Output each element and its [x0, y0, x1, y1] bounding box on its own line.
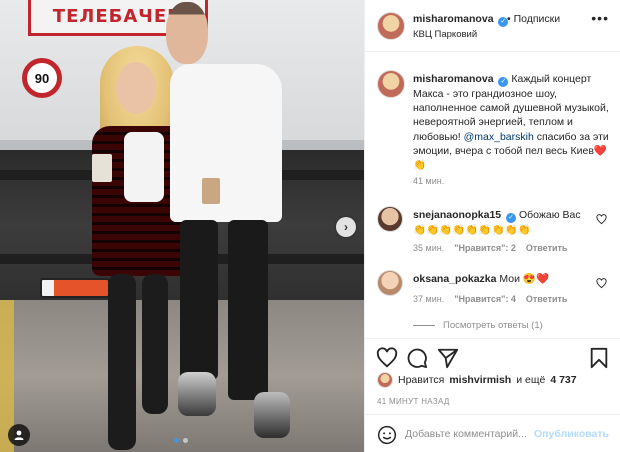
- view-replies-link[interactable]: Посмотреть ответы (1): [413, 320, 543, 331]
- pants: [180, 220, 218, 380]
- face: [116, 62, 156, 114]
- comment-timestamp: 37 мин.: [413, 294, 445, 304]
- comment-bubble-icon[interactable]: [406, 347, 428, 369]
- man-figure: [160, 0, 290, 452]
- view-replies-label: Посмотреть ответы (1): [443, 320, 543, 331]
- heart-icon[interactable]: [596, 214, 607, 225]
- face: [166, 2, 208, 64]
- comment-text: oksana_pokazka Мои 😍❤️: [413, 272, 593, 286]
- author-name-row: misharomanova ✓: [413, 13, 509, 27]
- carousel-next-button[interactable]: ›: [336, 217, 356, 237]
- cup: [202, 178, 220, 204]
- verified-badge-icon: ✓: [498, 77, 509, 87]
- likes-summary: Нравится mishvirmish и ещё 4 737: [377, 372, 613, 388]
- commenter-avatar[interactable]: [377, 206, 403, 232]
- comment-body: Мои 😍❤️: [499, 273, 550, 285]
- author-avatar[interactable]: [377, 12, 405, 40]
- sneaker: [254, 392, 290, 438]
- commenter-avatar[interactable]: [377, 270, 403, 296]
- location-link[interactable]: КВЦ Парковий: [413, 29, 477, 40]
- emoji-smiley-icon[interactable]: [377, 425, 397, 445]
- white-top: [124, 132, 164, 202]
- publish-button[interactable]: Опубликовать: [534, 428, 609, 440]
- verified-badge-icon: ✓: [506, 213, 517, 223]
- likes-suffix: и ещё: [516, 374, 546, 386]
- comment-reply-button[interactable]: Ответить: [526, 294, 568, 304]
- carousel-dot-active: [174, 438, 179, 443]
- comment-timestamp: 35 мин.: [413, 243, 445, 253]
- more-options-icon[interactable]: •••: [591, 10, 609, 26]
- boot: [108, 274, 136, 450]
- bookmark-icon[interactable]: [588, 347, 610, 369]
- speed-limit-sign: 90: [22, 58, 62, 98]
- caption-mention-link[interactable]: @max_barskih: [464, 131, 534, 143]
- likes-count[interactable]: 4 737: [550, 374, 576, 386]
- divider: [413, 325, 435, 326]
- carousel-dots: [174, 438, 188, 443]
- post-actions: [365, 338, 620, 372]
- user-icon: [14, 430, 24, 440]
- commenter-username[interactable]: oksana_pokazka: [413, 273, 496, 285]
- caption-author-avatar[interactable]: [377, 70, 405, 98]
- pants: [228, 220, 268, 400]
- liker-username[interactable]: mishvirmish: [449, 374, 511, 386]
- post-header: misharomanova ✓ • Подписки КВЦ Парковий …: [365, 0, 620, 52]
- author-username[interactable]: misharomanova: [413, 13, 494, 25]
- white-tshirt: [170, 64, 282, 222]
- comment-reply-button[interactable]: Ответить: [526, 243, 568, 253]
- heart-icon[interactable]: [596, 278, 607, 289]
- post-timestamp: 41 МИНУТ НАЗАД: [377, 397, 450, 406]
- comment-likes-count[interactable]: "Нравится": 2: [454, 243, 516, 253]
- caption-author-username[interactable]: misharomanova: [413, 73, 494, 85]
- chevron-right-icon: ›: [344, 220, 348, 234]
- comment-text: snejanaonopka15 ✓ Обожаю Вас 👏👏👏👏👏👏👏👏👏: [413, 208, 593, 237]
- caption-timestamp: 41 мин.: [413, 176, 445, 186]
- share-send-icon[interactable]: [437, 347, 459, 369]
- post-photo[interactable]: ТЕЛЕБАЧЕН 90 ›: [0, 0, 364, 452]
- like-heart-icon[interactable]: [376, 347, 398, 369]
- liker-avatar[interactable]: [377, 372, 393, 388]
- likes-prefix: Нравится: [398, 374, 445, 386]
- carousel-dot: [183, 438, 188, 443]
- comment-meta: 37 мин. "Нравится": 4 Ответить: [413, 294, 567, 304]
- comment-likes-count[interactable]: "Нравится": 4: [454, 294, 516, 304]
- cup: [92, 154, 112, 182]
- post-sidebar: misharomanova ✓ • Подписки КВЦ Парковий …: [364, 0, 620, 452]
- following-button[interactable]: • Подписки: [507, 13, 560, 25]
- comment-meta: 35 мин. "Нравится": 2 Ответить: [413, 243, 567, 253]
- comment-input[interactable]: [405, 423, 555, 445]
- add-comment-bar: Опубликовать: [365, 414, 620, 452]
- caption-text: misharomanova ✓ Каждый концерт Макса - э…: [413, 72, 611, 172]
- sneaker: [178, 372, 216, 416]
- commenter-username[interactable]: snejanaonopka15: [413, 209, 501, 221]
- tagged-users-button[interactable]: [8, 424, 30, 446]
